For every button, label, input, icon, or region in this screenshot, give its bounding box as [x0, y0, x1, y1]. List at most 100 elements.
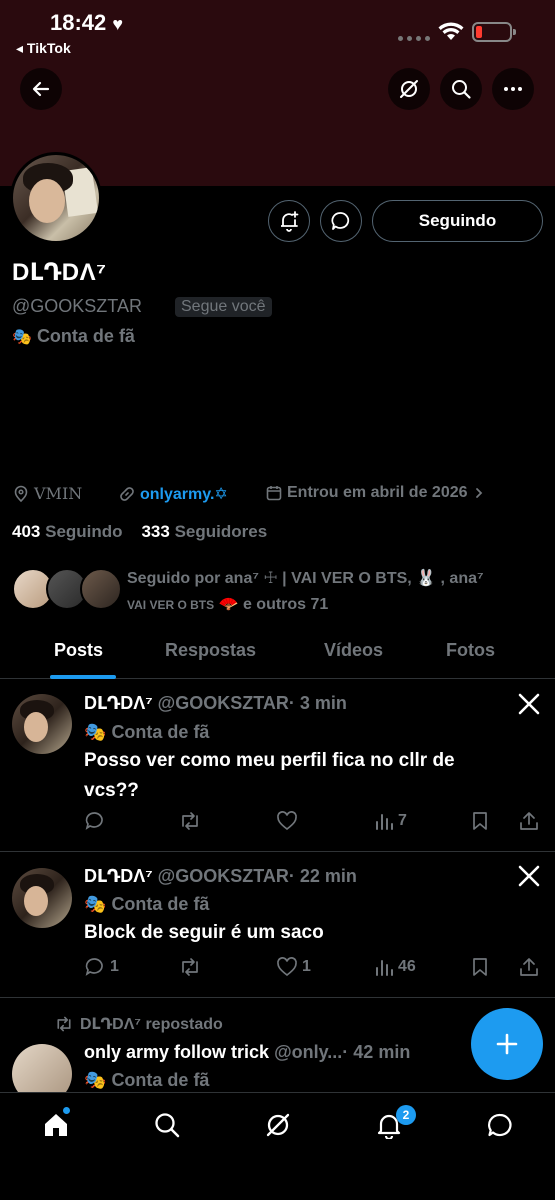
repost-icon — [182, 958, 198, 976]
views-icon — [376, 814, 393, 830]
followed-by[interactable]: Seguido por ana⁷ ☩ | VAI VER O BTS, 🐰 , … — [12, 566, 552, 614]
more-button[interactable] — [492, 68, 534, 110]
bookmark-button[interactable] — [470, 810, 490, 832]
post-fan-label: 🎭 Conta de fã — [84, 722, 210, 742]
following-count[interactable]: 403 Seguindo — [12, 522, 123, 541]
post-avatar[interactable] — [12, 694, 72, 754]
profile-meta: VMIN onlyarmy.✡ Entrou em abril de 2026 — [12, 484, 552, 506]
tab-photos[interactable]: Fotos — [446, 640, 495, 661]
post-header: DԼԴDΛ⁷ @GOOKSZTAR· 22 min — [84, 866, 357, 886]
search-button[interactable] — [440, 68, 482, 110]
display-name: DԼԴDΛ⁷ — [12, 259, 107, 286]
repost-icon — [57, 1016, 71, 1032]
like-button[interactable]: 1 — [276, 956, 311, 978]
post-item[interactable]: DԼԴDΛ⁷ @GOOKSZTAR· 22 min 🎭 Conta de fã … — [0, 852, 555, 998]
search-icon — [452, 80, 471, 99]
bookmark-icon — [473, 958, 487, 976]
location-pin-icon — [14, 485, 28, 502]
share-button[interactable] — [518, 956, 540, 978]
grok-icon — [400, 80, 418, 98]
location: VMIN — [12, 484, 82, 503]
reply-icon — [85, 958, 103, 976]
post-avatar[interactable] — [12, 1044, 72, 1092]
post-fan-label: 🎭 Conta de fã — [84, 894, 210, 914]
followers-count[interactable]: 333 Seguidores — [141, 522, 267, 541]
bookmark-icon — [473, 812, 487, 830]
mask-icon: 🎭 — [84, 894, 107, 914]
post-header: DԼԴDΛ⁷ @GOOKSZTAR· 3 min — [84, 693, 347, 713]
cellular-signal-icon — [398, 36, 432, 42]
profile-handle: @GOOKSZTAR — [12, 296, 142, 316]
grok-button[interactable] — [388, 68, 430, 110]
bookmark-button[interactable] — [470, 956, 490, 978]
battery-icon — [472, 22, 516, 42]
tab-posts[interactable]: Posts — [54, 640, 103, 661]
post-text: Block de seguir é um saco — [84, 922, 324, 943]
share-icon — [520, 958, 538, 976]
mask-icon: 🎭 — [84, 1070, 107, 1090]
profile-avatar[interactable] — [10, 152, 102, 244]
profile-tabs: Posts Respostas Vídeos Fotos — [0, 628, 555, 679]
share-icon — [520, 812, 538, 830]
fan-account-label: 🎭 Conta de fã — [12, 326, 135, 346]
chevron-right-icon — [475, 488, 482, 498]
notifications-badge: 2 — [396, 1105, 416, 1125]
nav-search[interactable] — [151, 1109, 183, 1141]
x-logo-icon — [518, 865, 540, 887]
repost-button[interactable] — [178, 810, 206, 832]
home-icon — [45, 1114, 67, 1136]
calendar-icon — [266, 486, 282, 501]
wifi-icon — [438, 22, 464, 40]
chat-bubble-icon — [331, 212, 350, 230]
share-button[interactable] — [518, 810, 540, 832]
bell-plus-icon — [281, 211, 299, 232]
tab-replies[interactable]: Respostas — [165, 640, 256, 661]
views-button[interactable]: 7 — [374, 810, 407, 832]
post-text: Posso ver como meu perfil fica no cllr d… — [84, 750, 455, 801]
chat-bubble-icon — [488, 1113, 512, 1137]
arrow-left-icon — [32, 81, 50, 97]
more-icon — [504, 87, 522, 91]
mask-icon: 🎭 — [84, 722, 107, 742]
bottom-navigation: 2 — [0, 1092, 555, 1200]
views-icon — [376, 960, 393, 976]
post-actions: 7 — [84, 810, 544, 834]
views-button[interactable]: 46 — [374, 956, 416, 978]
grok-icon — [266, 1113, 290, 1137]
home-notification-dot — [63, 1107, 70, 1114]
post-item[interactable]: DԼԴDΛ⁷ @GOOKSZTAR· 3 min 🎭 Conta de fã P… — [0, 680, 555, 852]
following-button[interactable]: Seguindo — [372, 200, 543, 242]
like-button[interactable] — [276, 810, 302, 832]
compose-button[interactable] — [471, 1008, 543, 1080]
notify-button[interactable] — [268, 200, 310, 242]
follows-you-badge: Segue você — [175, 297, 272, 317]
back-button[interactable] — [20, 68, 62, 110]
nav-messages[interactable] — [484, 1109, 516, 1141]
status-time: 18:42 ♥ — [50, 10, 124, 35]
active-tab-indicator — [50, 675, 116, 679]
status-bar: 18:42 ♥ ◂ TikTok — [0, 0, 555, 60]
reply-icon — [85, 812, 103, 830]
nav-grok[interactable] — [262, 1109, 294, 1141]
post-avatar[interactable] — [12, 868, 72, 928]
profile-link[interactable]: onlyarmy.✡ — [118, 484, 228, 504]
reply-button[interactable] — [84, 810, 110, 832]
post-fan-label: 🎭 Conta de fã — [84, 1070, 210, 1090]
post-actions: 1 1 46 — [84, 956, 544, 980]
search-icon — [155, 1113, 180, 1138]
follower-avatar — [80, 568, 122, 610]
tab-videos[interactable]: Vídeos — [324, 640, 383, 661]
post-header: only army follow trick @only...· 42 min — [84, 1042, 411, 1062]
plus-icon — [496, 1033, 518, 1055]
joined-date[interactable]: Entrou em abril de 2026 — [265, 484, 486, 502]
repost-button[interactable] — [178, 956, 206, 978]
heart-icon — [277, 957, 297, 977]
message-button[interactable] — [320, 200, 362, 242]
link-icon — [120, 487, 134, 501]
x-logo-icon — [518, 693, 540, 715]
mask-icon: 🎭 — [12, 329, 32, 346]
back-to-app-link[interactable]: ◂ TikTok — [16, 40, 71, 57]
reposted-by: DԼԴDΛ⁷ repostado — [54, 1014, 223, 1034]
reply-button[interactable]: 1 — [84, 956, 119, 978]
follow-counts: 403 Seguindo 333 Seguidores — [12, 522, 267, 542]
